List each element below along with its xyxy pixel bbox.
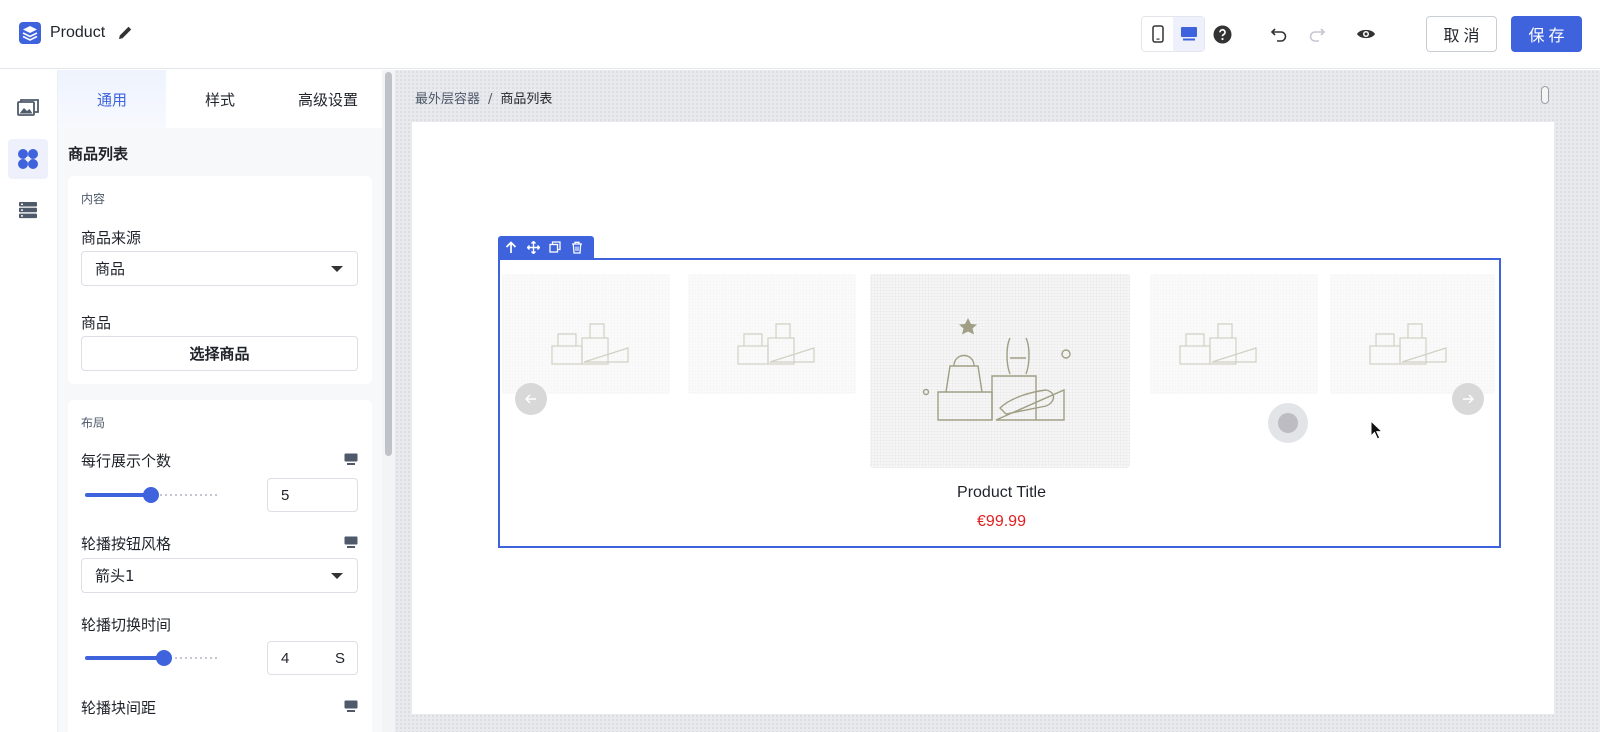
top-bar: Product 取消 保存	[0, 0, 1600, 69]
per-row-input[interactable]: 5	[267, 478, 358, 512]
image-gallery-icon	[17, 99, 39, 116]
panel-section-title: 商品列表	[68, 145, 129, 163]
block-toolbar	[498, 236, 594, 258]
per-row-slider-thumb[interactable]	[143, 487, 159, 503]
select-product-button[interactable]: 选择商品	[81, 336, 358, 371]
desktop-small-icon	[344, 536, 358, 549]
layers-logo-icon	[19, 22, 41, 44]
mobile-icon	[1151, 25, 1164, 43]
editor-canvas: 最外层容器 / 商品列表 Product Title €99.99	[395, 70, 1600, 732]
redo-icon[interactable]	[1306, 23, 1328, 45]
canvas-scroll-indicator[interactable]	[1541, 86, 1549, 104]
left-icon-rail	[0, 70, 58, 732]
page-preview: Product Title €99.99	[412, 122, 1554, 714]
preview-eye-icon[interactable]	[1355, 23, 1377, 45]
per-row-slider[interactable]	[85, 487, 217, 503]
arrow-right-icon	[1463, 394, 1474, 404]
settings-panel: 通用 样式 高级设置 商品列表 内容 商品来源 商品 商品 选择商品 布局 每行…	[58, 70, 382, 732]
move-up-icon[interactable]	[504, 240, 518, 254]
product-card-image[interactable]	[1330, 274, 1495, 394]
caret-down-icon	[331, 266, 343, 272]
drag-move-icon[interactable]	[526, 240, 540, 254]
click-indicator-dot	[1278, 413, 1298, 433]
breadcrumb-root[interactable]: 最外层容器	[415, 92, 480, 107]
arrow-left-icon	[525, 394, 536, 404]
rail-item-components[interactable]	[8, 139, 48, 179]
per-row-label: 每行展示个数	[81, 452, 172, 470]
rail-item-media[interactable]	[8, 88, 48, 128]
desktop-icon	[1180, 27, 1197, 41]
spacing-label: 轮播块间距	[81, 699, 157, 717]
panel-scrollbar[interactable]	[382, 70, 395, 732]
per-row-value: 5	[281, 486, 290, 504]
product-carousel-block[interactable]: Product Title €99.99	[498, 258, 1501, 548]
carousel-next-button[interactable]	[1452, 383, 1484, 415]
mobile-view-button[interactable]	[1142, 17, 1173, 51]
help-icon[interactable]	[1211, 23, 1233, 45]
interval-value: 4	[281, 649, 290, 667]
mouse-cursor-icon	[1370, 419, 1384, 440]
interval-label: 轮播切换时间	[81, 616, 172, 634]
breadcrumb: 最外层容器 / 商品列表	[415, 88, 552, 107]
carousel-prev-button[interactable]	[515, 383, 547, 415]
product-card-image[interactable]	[688, 274, 856, 394]
tab-general[interactable]: 通用	[58, 70, 166, 128]
content-card: 内容 商品来源 商品 商品 选择商品	[68, 176, 372, 384]
desktop-view-button[interactable]	[1173, 17, 1204, 51]
source-select-value: 商品	[95, 260, 126, 278]
save-button[interactable]: 保存	[1511, 16, 1582, 52]
panel-scrollbar-thumb[interactable]	[385, 72, 392, 456]
button-style-select[interactable]: 箭头1	[81, 558, 358, 593]
product-placeholder-icon	[1179, 323, 1257, 365]
components-icon	[18, 149, 38, 169]
source-label: 商品来源	[81, 229, 142, 247]
product-card-image[interactable]	[502, 274, 670, 394]
rail-item-layers[interactable]	[8, 190, 48, 230]
interval-slider-thumb[interactable]	[156, 650, 172, 666]
page-title: Product	[50, 24, 106, 41]
cancel-button[interactable]: 取消	[1426, 16, 1497, 52]
tab-style[interactable]: 样式	[166, 70, 274, 128]
delete-trash-icon[interactable]	[570, 240, 584, 254]
content-card-heading: 内容	[81, 192, 106, 206]
product-placeholder-icon	[922, 318, 1071, 421]
per-row-slider-fill	[85, 493, 151, 497]
tab-advanced[interactable]: 高级设置	[274, 70, 382, 128]
layers-list-icon	[19, 202, 37, 219]
copy-icon[interactable]	[548, 240, 562, 254]
source-select[interactable]: 商品	[81, 251, 358, 286]
device-switcher	[1141, 16, 1205, 52]
panel-tabs: 通用 样式 高级设置	[58, 70, 382, 128]
interval-slider[interactable]	[85, 650, 217, 666]
product-placeholder-icon	[737, 323, 815, 365]
breadcrumb-separator: /	[488, 92, 493, 107]
product-placeholder-icon	[1369, 323, 1447, 365]
interval-unit: S	[334, 649, 345, 667]
breadcrumb-current: 商品列表	[500, 92, 553, 107]
product-card-image[interactable]	[1150, 274, 1318, 394]
pencil-icon[interactable]	[117, 24, 134, 41]
layout-card-heading: 布局	[81, 416, 106, 430]
interval-slider-fill	[85, 656, 164, 660]
desktop-small-icon	[344, 453, 358, 466]
button-style-value: 箭头1	[95, 567, 135, 585]
product-card-image[interactable]	[870, 274, 1130, 468]
product-price: €99.99	[977, 513, 1026, 530]
button-style-label: 轮播按钮风格	[81, 535, 172, 553]
desktop-small-icon	[344, 700, 358, 713]
product-label: 商品	[81, 314, 112, 332]
product-placeholder-icon	[551, 323, 629, 365]
layout-card: 布局 每行展示个数 5 轮播按钮风格 箭头1 轮播切换时间 4 S 轮播块间距	[68, 400, 372, 732]
caret-down-icon	[331, 573, 343, 579]
product-title[interactable]: Product Title	[500, 484, 1503, 502]
undo-icon[interactable]	[1268, 23, 1290, 45]
interval-input[interactable]: 4 S	[267, 641, 358, 675]
